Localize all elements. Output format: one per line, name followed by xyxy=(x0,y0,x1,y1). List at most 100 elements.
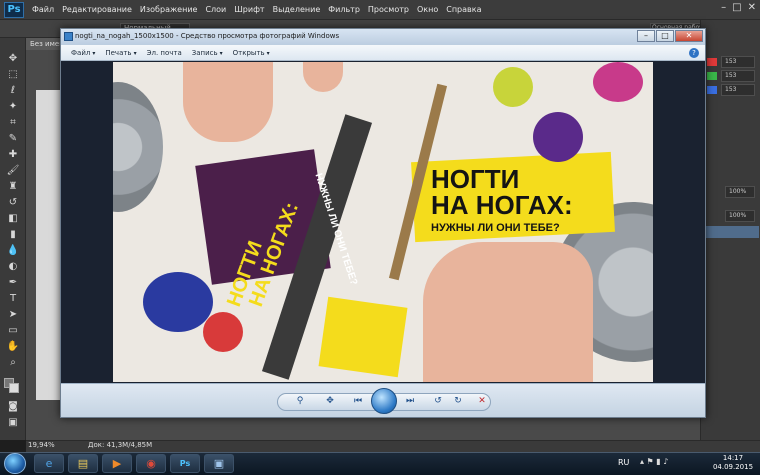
photo-viewer-app-icon xyxy=(64,32,73,41)
move-tool-icon[interactable]: ✥ xyxy=(5,52,21,66)
viewer-menu-file-label: Файл xyxy=(71,48,91,57)
minimize-icon[interactable]: – xyxy=(721,2,726,13)
clone-stamp-icon[interactable]: ♜ xyxy=(5,180,21,194)
hand-tool-icon[interactable]: ✋ xyxy=(5,340,21,354)
viewer-menu-file[interactable]: Файл ▾ xyxy=(71,49,95,57)
zoom-icon[interactable]: ⚲ xyxy=(293,394,307,408)
photoshop-taskbar-icon[interactable]: Ps xyxy=(170,454,200,473)
maximize-icon[interactable]: □ xyxy=(732,2,741,13)
viewer-menu-burn-label: Запись xyxy=(191,48,218,57)
viewer-maximize-button[interactable]: □ xyxy=(656,30,674,42)
lasso-tool-icon[interactable]: ℓ xyxy=(5,84,21,98)
ps-menu-select[interactable]: Выделение xyxy=(273,5,321,14)
document-size: Док: 41,3M/4,85M xyxy=(88,441,153,449)
screen-mode-icon[interactable]: ▣ xyxy=(5,416,21,430)
crop-tool-icon[interactable]: ⌗ xyxy=(5,116,21,130)
headline-right-line2: НА НОГАХ: xyxy=(431,190,573,220)
viewer-minimize-button[interactable]: – xyxy=(637,30,655,42)
ps-window-controls: – □ ✕ xyxy=(721,2,756,13)
foot-bottom xyxy=(423,242,593,382)
internet-explorer-icon[interactable]: e xyxy=(34,454,64,473)
viewer-menu-burn[interactable]: Запись ▾ xyxy=(192,49,223,57)
ps-menu-layers[interactable]: Слои xyxy=(205,5,226,14)
brush-tool-icon[interactable]: 🖌 xyxy=(5,164,21,178)
history-brush-icon[interactable]: ↺ xyxy=(5,196,21,210)
rgb-g-value[interactable]: 153 xyxy=(721,70,755,82)
ps-menu-image[interactable]: Изображение xyxy=(140,5,198,14)
dodge-tool-icon[interactable]: ◐ xyxy=(5,260,21,274)
pen-tool-icon[interactable]: ✒ xyxy=(5,276,21,290)
fill-field[interactable]: 100% xyxy=(725,210,755,222)
previous-icon[interactable]: ⏮ xyxy=(351,394,365,408)
type-tool-icon[interactable]: T xyxy=(5,292,21,306)
lime-polish-bottle xyxy=(493,67,533,107)
input-language[interactable]: RU xyxy=(618,458,629,467)
chevron-down-icon: ▾ xyxy=(266,49,270,57)
ps-menu-window[interactable]: Окно xyxy=(417,5,438,14)
viewer-image-area: НОГТИ НА НОГАХ: НУЖНЫ ЛИ ОНИ ТЕБЕ? НОГТИ… xyxy=(61,61,705,383)
purple-polish-bottle xyxy=(533,112,583,162)
ps-right-panels: 153 153 153 100% 100% xyxy=(700,20,760,440)
actual-size-icon[interactable]: ✥ xyxy=(323,394,337,408)
chrome-icon[interactable]: ◉ xyxy=(136,454,166,473)
rgb-r-value[interactable]: 153 xyxy=(721,56,755,68)
ps-menu-type[interactable]: Шрифт xyxy=(234,5,264,14)
quick-mask-icon[interactable]: ◙ xyxy=(5,400,21,414)
foot-top xyxy=(183,62,273,142)
yellow-paint-block xyxy=(318,296,408,378)
slideshow-button[interactable] xyxy=(371,388,397,414)
viewer-menu-print[interactable]: Печать ▾ xyxy=(105,49,136,57)
explorer-folder-icon[interactable]: ▤ xyxy=(68,454,98,473)
pink-polish-bottle xyxy=(593,62,643,102)
photo-viewer-taskbar-icon[interactable]: ▣ xyxy=(204,454,234,473)
opacity-field[interactable]: 100% xyxy=(725,186,755,198)
viewer-menu-open-label: Открыть xyxy=(232,48,265,57)
saw-blade-left xyxy=(113,82,163,212)
clock-date[interactable]: 04.09.2015 xyxy=(712,463,754,471)
path-select-icon[interactable]: ➤ xyxy=(5,308,21,322)
viewer-menu-email[interactable]: Эл. почта xyxy=(147,49,182,57)
rotate-left-icon[interactable]: ↺ xyxy=(431,394,445,408)
next-icon[interactable]: ⏭ xyxy=(403,394,417,408)
ps-menu-file[interactable]: Файл xyxy=(32,5,54,14)
eyedropper-icon[interactable]: ✎ xyxy=(5,132,21,146)
close-icon[interactable]: ✕ xyxy=(748,2,756,13)
start-button[interactable] xyxy=(4,453,26,474)
rotate-right-icon[interactable]: ↻ xyxy=(451,394,465,408)
ps-tools-panel: ✥ ⬚ ℓ ✦ ⌗ ✎ ✚ 🖌 ♜ ↺ ◧ ▮ 💧 ◐ ✒ T ➤ ▭ ✋ ⌕ … xyxy=(0,38,26,440)
ps-menu-help[interactable]: Справка xyxy=(446,5,481,14)
clock-time[interactable]: 14:17 xyxy=(712,454,754,462)
blur-tool-icon[interactable]: 💧 xyxy=(5,244,21,258)
zoom-tool-icon[interactable]: ⌕ xyxy=(5,356,21,370)
ps-menu-filter[interactable]: Фильтр xyxy=(328,5,360,14)
viewer-menu-open[interactable]: Открыть ▾ xyxy=(233,49,270,57)
healing-brush-icon[interactable]: ✚ xyxy=(5,148,21,162)
rgb-b-value[interactable]: 153 xyxy=(721,84,755,96)
ps-menu-edit[interactable]: Редактирование xyxy=(62,5,132,14)
magic-wand-icon[interactable]: ✦ xyxy=(5,100,21,114)
background-color-swatch[interactable] xyxy=(9,383,19,393)
layer-row-selected[interactable] xyxy=(703,226,759,238)
viewer-menu-print-label: Печать xyxy=(105,48,132,57)
photoshop-menubar: Ps Файл Редактирование Изображение Слои … xyxy=(0,0,760,20)
screen: Ps Файл Редактирование Изображение Слои … xyxy=(0,0,760,475)
ps-menu-view[interactable]: Просмотр xyxy=(368,5,409,14)
zoom-level[interactable]: 19,94% xyxy=(28,441,55,449)
viewer-controls-bar: ⚲ ✥ ⏮ ⏭ ↺ ↻ ✕ xyxy=(61,383,705,417)
gradient-tool-icon[interactable]: ▮ xyxy=(5,228,21,242)
blue-channel-swatch xyxy=(707,86,717,94)
viewer-menubar: Файл ▾ Печать ▾ Эл. почта Запись ▾ Открыть ▾ xyxy=(61,45,705,61)
red-polish-bottle xyxy=(203,312,243,352)
eraser-icon[interactable]: ◧ xyxy=(5,212,21,226)
marquee-tool-icon[interactable]: ⬚ xyxy=(5,68,21,82)
media-player-icon[interactable]: ▶ xyxy=(102,454,132,473)
shape-tool-icon[interactable]: ▭ xyxy=(5,324,21,338)
chevron-down-icon: ▾ xyxy=(133,49,137,57)
viewer-titlebar[interactable]: nogti_na_nogah_1500x1500 - Средство прос… xyxy=(61,29,705,45)
delete-icon[interactable]: ✕ xyxy=(475,394,489,408)
tray-icons[interactable]: ▴ ⚑ ▮ ♪ xyxy=(640,457,668,466)
viewer-close-button[interactable]: ✕ xyxy=(675,30,703,42)
toe-top xyxy=(303,62,343,92)
help-icon[interactable]: ? xyxy=(689,48,699,58)
displayed-photo: НОГТИ НА НОГАХ: НУЖНЫ ЛИ ОНИ ТЕБЕ? НОГТИ… xyxy=(113,62,653,382)
